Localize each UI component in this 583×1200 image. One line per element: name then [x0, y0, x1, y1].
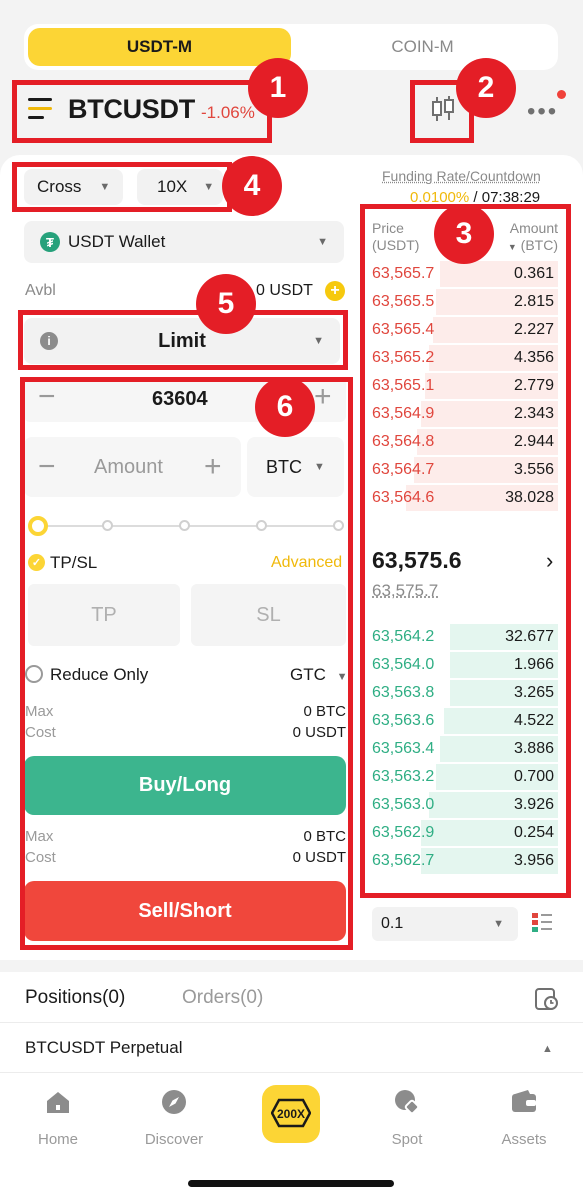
- wallet-icon: [512, 1090, 536, 1112]
- annotation-badge-4: 4: [222, 156, 282, 216]
- order-history-icon[interactable]: [534, 986, 560, 1012]
- home-indicator: [188, 1180, 394, 1187]
- annotation-box-6: [20, 377, 353, 950]
- annotation-badge-2: 2: [456, 58, 516, 118]
- nav-assets-label: Assets: [501, 1131, 547, 1148]
- depth-step-select[interactable]: 0.1 ▼: [372, 907, 518, 941]
- chevron-down-icon: ▼: [493, 918, 504, 930]
- available-value: 0 USDT: [256, 282, 313, 299]
- tab-orders[interactable]: Orders(0): [182, 987, 263, 1009]
- annotation-badge-3: 3: [434, 204, 494, 264]
- depth-step-label: 0.1: [381, 915, 404, 932]
- nav-spot-label: Spot: [391, 1131, 423, 1148]
- tab-usdt-m[interactable]: USDT-M: [28, 28, 291, 66]
- spot-icon: [395, 1090, 420, 1115]
- nav-discover-label: Discover: [144, 1131, 204, 1148]
- chevron-up-icon[interactable]: ▲: [542, 1043, 553, 1055]
- nav-200x-label: 200X: [276, 1107, 306, 1121]
- compass-icon: [162, 1090, 186, 1114]
- nav-assets[interactable]: Assets: [479, 1088, 569, 1148]
- available-label: Avbl: [25, 282, 56, 299]
- annotation-box-1: [12, 80, 272, 143]
- notification-dot: [557, 90, 566, 99]
- transfer-plus-icon[interactable]: +: [325, 281, 345, 301]
- wallet-select[interactable]: ₮ USDT Wallet ▼: [24, 221, 344, 263]
- divider: [0, 1022, 583, 1023]
- chevron-down-icon: ▼: [317, 236, 328, 248]
- annotation-box-5: [18, 310, 348, 370]
- wallet-label: USDT Wallet: [68, 232, 166, 251]
- nav-home[interactable]: Home: [13, 1088, 103, 1148]
- annotation-badge-6: 6: [255, 377, 315, 437]
- nav-home-label: Home: [37, 1131, 78, 1148]
- tab-positions[interactable]: Positions(0): [25, 987, 125, 1009]
- nav-discover[interactable]: Discover: [129, 1088, 219, 1148]
- home-icon: [47, 1092, 69, 1113]
- annotation-box-3: [360, 204, 571, 898]
- funding-rate-label[interactable]: Funding Rate/Countdown: [382, 168, 541, 184]
- more-icon[interactable]: •••: [527, 98, 558, 126]
- nav-200x-button[interactable]: 200X: [262, 1085, 320, 1143]
- annotation-badge-1: 1: [248, 58, 308, 118]
- annotation-box-4: [12, 162, 232, 212]
- tab-coin-m[interactable]: COIN-M: [291, 28, 554, 66]
- annotation-badge-5: 5: [196, 274, 256, 334]
- orderbook-layout-icon[interactable]: [531, 912, 553, 934]
- nav-spot[interactable]: Spot: [362, 1088, 452, 1148]
- perpetual-row[interactable]: BTCUSDT Perpetual: [25, 1038, 182, 1058]
- tether-icon: ₮: [40, 232, 60, 252]
